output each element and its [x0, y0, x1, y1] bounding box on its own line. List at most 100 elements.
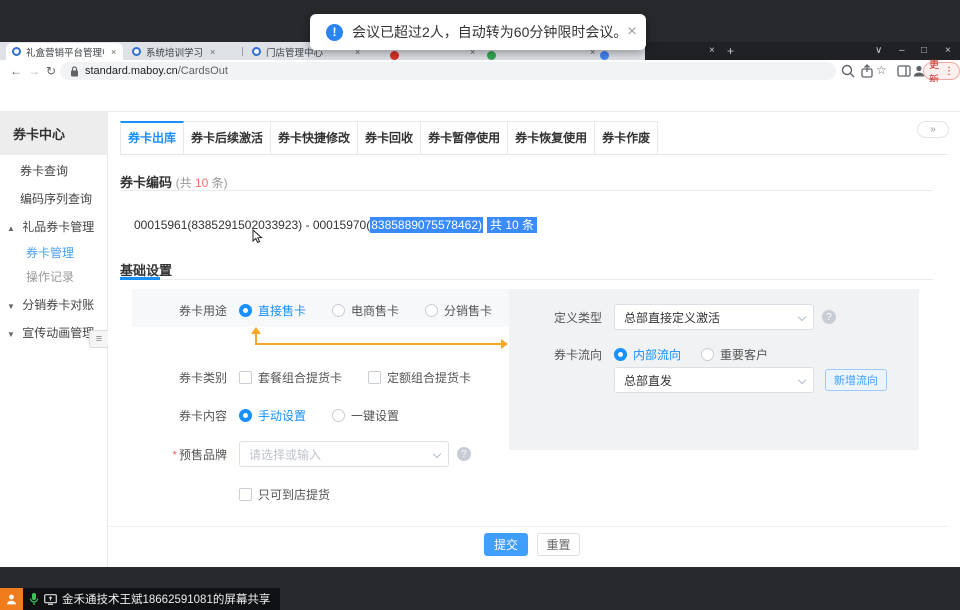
- browser-tab-1[interactable]: 礼盒营销平台管理中心 ×: [6, 43, 123, 60]
- help-icon[interactable]: ?: [457, 447, 471, 461]
- category-label: 券卡类别: [132, 369, 227, 386]
- flow-select[interactable]: 总部直发: [614, 367, 814, 393]
- site-favicon-icon: [132, 47, 141, 56]
- radio-important-customer[interactable]: 重要客户: [701, 346, 768, 363]
- chevron-down-icon: [798, 376, 806, 384]
- new-tab-icon[interactable]: +: [727, 44, 734, 58]
- tab-card-quick-edit[interactable]: 券卡快捷修改: [271, 121, 358, 155]
- flow-row: 券卡流向 内部流向 重要客户: [542, 346, 794, 363]
- url-bar[interactable]: standard.maboy.cn/CardsOut: [60, 62, 836, 80]
- site-favicon-icon: [252, 47, 261, 56]
- caret-down-icon: ▼: [7, 330, 15, 339]
- app-header: [0, 82, 960, 112]
- side-panel-icon[interactable]: [896, 63, 912, 79]
- flow-value: 总部直发: [624, 372, 672, 389]
- radio-ecommerce-sale[interactable]: 电商售卡: [332, 302, 399, 319]
- radio-one-click-setup[interactable]: 一键设置: [332, 407, 399, 424]
- radio-manual-setup[interactable]: 手动设置: [239, 407, 306, 424]
- tab-favicon-blue-icon[interactable]: [600, 51, 609, 60]
- divider: [120, 190, 933, 191]
- chrome-update-button[interactable]: 更新 ⋮: [923, 62, 960, 80]
- radio-selected-icon: [614, 348, 627, 361]
- forward-icon[interactable]: →: [28, 64, 40, 78]
- panel-collapse-button[interactable]: »: [917, 121, 949, 138]
- sidebar-item-code-sequence-query[interactable]: 编码序列查询: [20, 190, 92, 207]
- checkbox-package-combo-card[interactable]: 套餐组合提货卡: [239, 369, 342, 386]
- tab-card-outbound[interactable]: 券卡出库: [120, 121, 184, 155]
- sidebar-item-card-query[interactable]: 券卡查询: [20, 162, 68, 179]
- card-code-range: 00015961(8385291502033923) - 00015970(83…: [134, 216, 537, 233]
- reset-button[interactable]: 重置: [537, 533, 580, 556]
- brand-placeholder: 请选择或输入: [249, 446, 321, 463]
- toast-close-icon[interactable]: ×: [627, 24, 636, 40]
- tab-close-icon[interactable]: ×: [210, 47, 215, 57]
- tab-close-icon[interactable]: ×: [111, 47, 116, 57]
- reload-icon[interactable]: ↻: [46, 64, 56, 78]
- mouse-cursor-icon: [252, 229, 263, 244]
- radio-selected-icon: [239, 304, 252, 317]
- help-icon[interactable]: ?: [822, 310, 836, 324]
- window-maximize-icon[interactable]: □: [921, 45, 927, 56]
- sidebar-group-distribution-reconcile[interactable]: ▼ 分销券卡对账: [7, 296, 94, 313]
- sidebar-item-operation-log[interactable]: 操作记录: [26, 268, 74, 285]
- arrow-horizontal-segment: [255, 343, 502, 345]
- tab-title: 礼盒营销平台管理中心: [26, 45, 104, 59]
- checkbox-fixed-amount-combo-card[interactable]: 定额组合提货卡: [368, 369, 471, 386]
- checkbox-icon: [239, 371, 252, 384]
- category-row: 券卡类别 套餐组合提货卡 定额组合提货卡: [132, 369, 497, 386]
- submit-button[interactable]: 提交: [484, 533, 528, 556]
- define-type-label: 定义类型: [542, 309, 602, 326]
- sidebar-header-label: 券卡中心: [13, 124, 65, 143]
- define-type-row: 定义类型 总部直接定义激活 ?: [542, 304, 836, 330]
- meeting-toast-text: 会议已超过2人，自动转为60分钟限时会议。: [352, 22, 627, 42]
- radio-internal-flow[interactable]: 内部流向: [614, 346, 681, 363]
- define-type-select[interactable]: 总部直接定义激活: [614, 304, 814, 330]
- window-close-icon[interactable]: ×: [945, 45, 951, 56]
- tab-card-resume[interactable]: 券卡恢复使用: [508, 121, 595, 155]
- content-row: 券卡内容 手动设置 一键设置: [132, 407, 425, 424]
- back-icon[interactable]: ←: [10, 64, 22, 78]
- tab-search-chevron-icon[interactable]: ∨: [875, 45, 882, 56]
- brand-label: *预售品牌: [132, 446, 227, 463]
- add-flow-button[interactable]: 新增流向: [825, 369, 887, 391]
- tab-card-later-activation[interactable]: 券卡后续激活: [184, 121, 271, 155]
- zoom-icon[interactable]: [840, 63, 856, 79]
- sidebar-group-gift-card-mgmt[interactable]: ▲ 礼品券卡管理: [7, 218, 94, 235]
- tab-card-void[interactable]: 券卡作废: [595, 121, 658, 155]
- tab-favicon-red-icon[interactable]: [390, 51, 399, 60]
- codes-section-title: 券卡编码 (共 10 条): [120, 172, 228, 191]
- radio-icon: [701, 348, 714, 361]
- tab-favicon-green-icon[interactable]: [487, 51, 496, 60]
- radio-distribution-sale[interactable]: 分销售卡: [425, 302, 492, 319]
- site-favicon-icon: [12, 47, 21, 56]
- tab-separator: [242, 47, 243, 56]
- url-host: standard.maboy.cn: [85, 65, 178, 77]
- browser-tab-2[interactable]: 系统培训学习 ×: [126, 43, 239, 60]
- window-minimize-icon[interactable]: –: [899, 45, 905, 56]
- info-icon: !: [326, 24, 343, 41]
- share-icon[interactable]: [859, 63, 875, 79]
- kebab-menu-icon[interactable]: ⋮: [944, 66, 954, 77]
- sidebar-collapse-button[interactable]: ≡: [89, 330, 108, 348]
- flow-label: 券卡流向: [542, 346, 602, 363]
- brand-select[interactable]: 请选择或输入: [239, 441, 449, 467]
- chevron-down-icon: [798, 313, 806, 321]
- checkbox-store-pickup-only[interactable]: 只可到店提货: [239, 486, 330, 503]
- brand-row: *预售品牌 请选择或输入 ?: [132, 441, 471, 467]
- sidebar-group-promo-animation-mgmt[interactable]: ▼ 宣传动画管理: [7, 324, 94, 341]
- code-range-selected: 8385889075578462): [370, 217, 483, 233]
- arrow-up-head: [251, 327, 261, 334]
- screen-share-icon: [44, 594, 57, 605]
- radio-selected-icon: [239, 409, 252, 422]
- usage-row: 券卡用途 直接售卡 电商售卡 分销售卡: [132, 302, 518, 319]
- sidebar-item-card-management[interactable]: 券卡管理: [26, 244, 74, 261]
- tab-close-icon[interactable]: ×: [709, 45, 715, 56]
- active-section-underline: [120, 277, 160, 280]
- bookmark-star-icon[interactable]: ☆: [876, 63, 887, 77]
- tab-card-recycle[interactable]: 券卡回收: [358, 121, 421, 155]
- card-action-tabs: 券卡出库 券卡后续激活 券卡快捷修改 券卡回收 券卡暂停使用 券卡恢复使用 券卡…: [120, 121, 658, 155]
- radio-direct-sale[interactable]: 直接售卡: [239, 302, 306, 319]
- tab-card-suspend[interactable]: 券卡暂停使用: [421, 121, 508, 155]
- url-path: /CardsOut: [178, 65, 228, 77]
- caret-up-icon: ▲: [7, 224, 15, 233]
